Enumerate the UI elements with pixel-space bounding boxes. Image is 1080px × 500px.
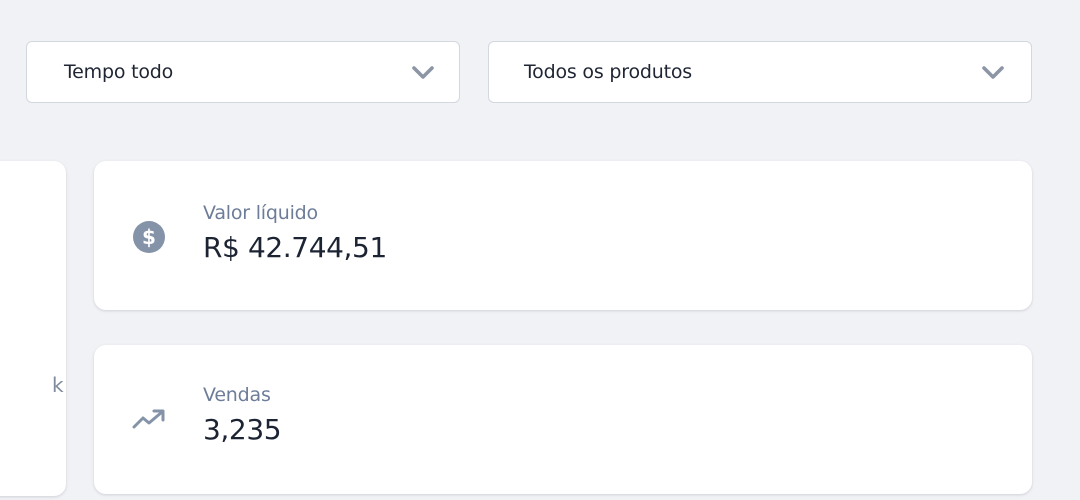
period-filter-value: Tempo todo xyxy=(64,61,174,83)
chevron-down-icon xyxy=(981,60,1005,84)
period-filter-select[interactable]: Tempo todo xyxy=(26,41,460,103)
net-value-amount: R$ 42.744,51 xyxy=(203,231,387,264)
product-filter-value: Todos os produtos xyxy=(524,61,692,83)
trending-up-icon xyxy=(131,401,167,437)
sales-label: Vendas xyxy=(203,384,271,406)
sales-text: Vendas 3,235 xyxy=(203,383,282,447)
net-value-card: $ Valor líquido R$ 42.744,51 xyxy=(94,161,1032,310)
partial-metric-card: k xyxy=(0,161,66,496)
net-value-label: Valor líquido xyxy=(203,202,318,224)
sales-card: Vendas 3,235 xyxy=(94,345,1032,494)
net-value-text: Valor líquido R$ 42.744,51 xyxy=(203,201,387,265)
dollar-circle-icon: $ xyxy=(131,219,167,255)
chevron-down-icon xyxy=(411,60,435,84)
svg-text:$: $ xyxy=(142,225,156,249)
partial-card-text: k xyxy=(52,375,64,395)
product-filter-select[interactable]: Todos os produtos xyxy=(488,41,1032,103)
sales-count: 3,235 xyxy=(203,413,282,446)
